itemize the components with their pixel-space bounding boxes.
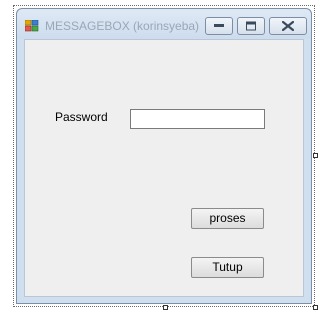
maximize-icon: [246, 21, 256, 31]
password-input[interactable]: [130, 109, 265, 129]
close-button[interactable]: [269, 17, 307, 35]
form-client-area: Password proses Tutup: [24, 39, 304, 297]
form-window: MESSAGEBOX (korinsyeba) Password proses …: [16, 8, 312, 304]
title-bar[interactable]: MESSAGEBOX (korinsyeba): [17, 9, 311, 39]
tutup-button[interactable]: Tutup: [191, 257, 264, 278]
minimize-icon: [214, 24, 224, 27]
resize-handle-right[interactable]: [313, 153, 318, 158]
proses-button[interactable]: proses: [191, 208, 264, 229]
app-icon: [24, 19, 39, 32]
resize-handle-bottom[interactable]: [163, 305, 168, 310]
resize-handle-bottom-right[interactable]: [313, 305, 318, 310]
window-title: MESSAGEBOX (korinsyeba): [45, 19, 200, 33]
minimize-button[interactable]: [205, 17, 233, 35]
maximize-button[interactable]: [237, 17, 265, 35]
close-icon: [282, 21, 294, 31]
password-label: Password: [55, 110, 108, 124]
